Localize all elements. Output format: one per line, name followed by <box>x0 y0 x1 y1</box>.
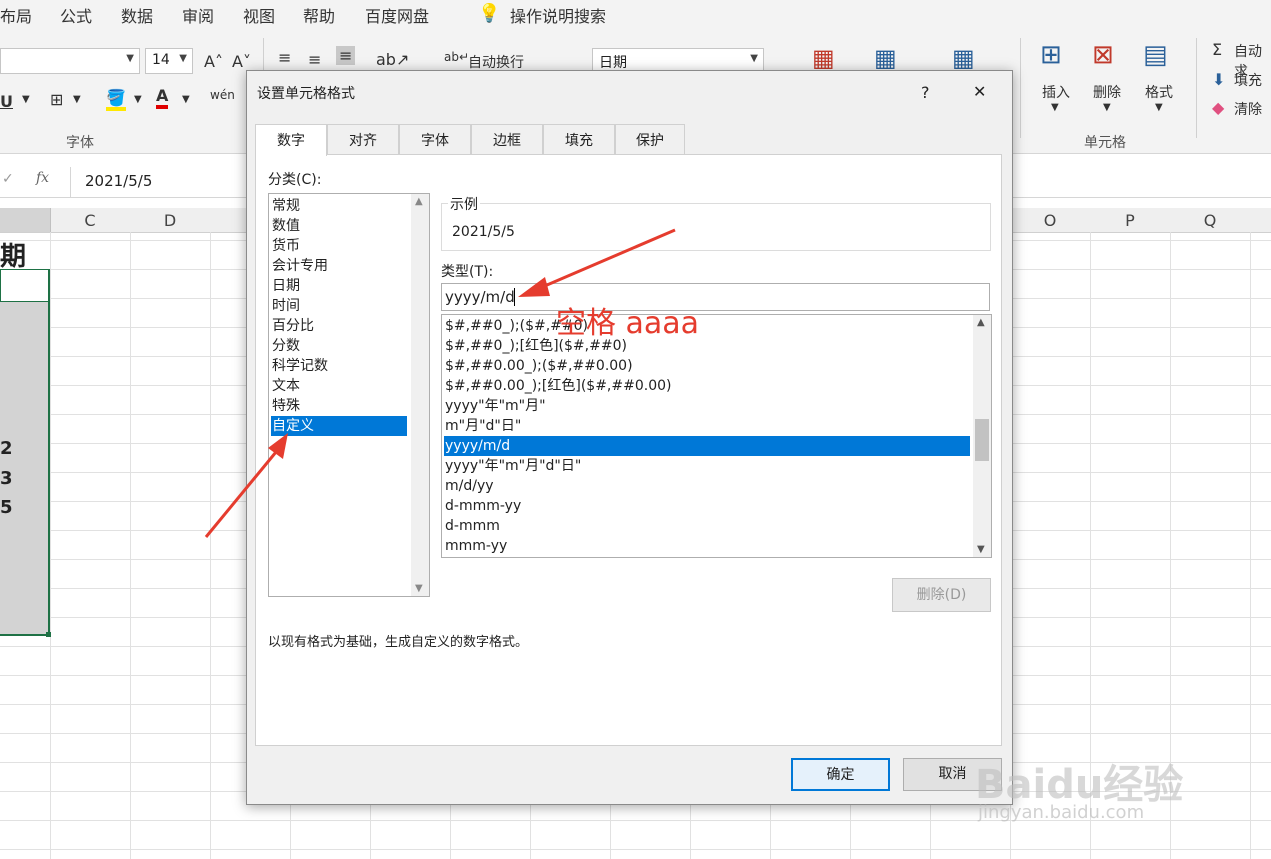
annotation-text: 空格 aaaa <box>556 306 700 341</box>
watermark-url: jingyan.baidu.com <box>978 802 1145 823</box>
arrow-to-type-input <box>518 228 676 297</box>
tab-number[interactable]: 数字 <box>255 124 327 156</box>
arrow-to-custom-category <box>204 433 288 538</box>
annotation-arrows <box>204 228 676 538</box>
